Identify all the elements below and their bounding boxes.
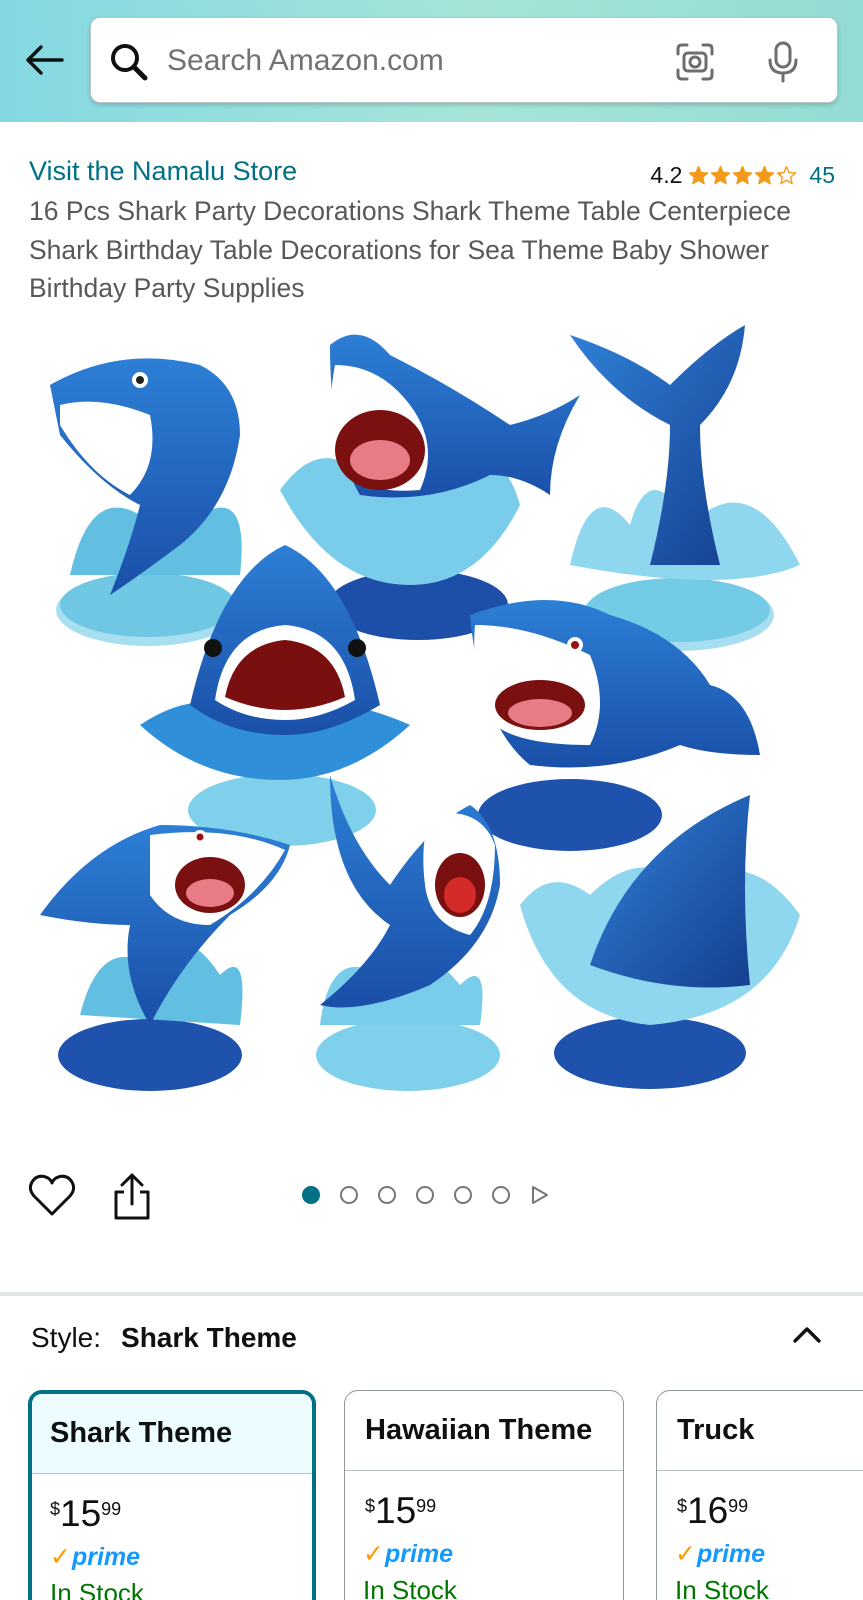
prime-check-icon: ✓ <box>363 1540 384 1568</box>
chevron-up-icon[interactable] <box>790 1318 824 1352</box>
product-image[interactable] <box>30 325 830 1115</box>
style-option-name: Shark Theme <box>32 1394 312 1474</box>
style-label: Style: <box>31 1322 102 1353</box>
star-icon <box>733 165 753 185</box>
product-title: 16 Pcs Shark Party Decorations Shark The… <box>29 196 792 303</box>
price-currency: $ <box>50 1499 61 1519</box>
style-option[interactable]: Shark Theme $15 99 ✓ prime In Stock <box>28 1390 316 1600</box>
star-rating <box>688 165 797 186</box>
style-option[interactable]: Truck $16 99 ✓ prime In Stock <box>656 1390 863 1600</box>
search-box[interactable] <box>90 17 838 103</box>
star-icon <box>755 165 775 185</box>
play-icon[interactable] <box>530 1185 550 1205</box>
stock-status: In Stock <box>50 1578 144 1600</box>
pagination-dot[interactable] <box>454 1186 472 1204</box>
prime-badge: ✓ prime <box>32 1534 312 1572</box>
back-button[interactable] <box>22 38 66 82</box>
style-selector-header: Style: Shark Theme <box>31 1322 297 1354</box>
stock-status: In Stock <box>363 1575 457 1600</box>
pagination-dot[interactable] <box>492 1186 510 1204</box>
prime-check-icon: ✓ <box>50 1543 71 1571</box>
voice-search-button[interactable] <box>759 38 807 86</box>
camera-icon <box>676 43 714 81</box>
pagination-dot[interactable] <box>416 1186 434 1204</box>
camera-search-button[interactable] <box>671 38 719 86</box>
prime-label: prime <box>696 1539 766 1568</box>
prime-label: prime <box>384 1539 454 1568</box>
search-icon <box>111 44 148 81</box>
style-option-price: $15 99 <box>345 1471 623 1531</box>
prime-badge: ✓ prime <box>657 1531 863 1569</box>
stock-status: In Stock <box>675 1575 769 1600</box>
style-option-price: $16 99 <box>657 1471 863 1531</box>
pagination-dot[interactable] <box>340 1186 358 1204</box>
price-fraction: 99 <box>416 1496 437 1516</box>
review-count[interactable]: 45 <box>809 162 835 189</box>
price-whole: 15 <box>375 1490 417 1531</box>
star-icon <box>689 165 709 185</box>
price-currency: $ <box>365 1496 376 1516</box>
rating-value: 4.2 <box>650 162 683 188</box>
style-option-name: Truck <box>657 1391 863 1471</box>
price-fraction: 99 <box>728 1496 749 1516</box>
star-icon <box>711 165 731 185</box>
pagination-dot[interactable] <box>302 1186 320 1204</box>
star-icon <box>777 165 797 185</box>
style-option-price: $15 99 <box>32 1474 312 1534</box>
microphone-icon <box>768 41 798 83</box>
store-link[interactable]: Visit the Namalu Store <box>29 156 297 187</box>
price-currency: $ <box>677 1496 688 1516</box>
style-selected-value: Shark Theme <box>121 1322 297 1353</box>
style-option[interactable]: Hawaiian Theme $15 99 ✓ prime In Stock <box>344 1390 624 1600</box>
heart-icon[interactable] <box>28 1172 76 1218</box>
back-arrow-icon <box>26 45 64 75</box>
prime-badge: ✓ prime <box>345 1531 623 1569</box>
style-option-name: Hawaiian Theme <box>345 1391 623 1471</box>
image-pagination <box>302 1185 550 1205</box>
pagination-dot[interactable] <box>378 1186 396 1204</box>
price-whole: 16 <box>687 1490 729 1531</box>
section-divider <box>0 1292 863 1296</box>
share-icon[interactable] <box>110 1172 154 1222</box>
prime-check-icon: ✓ <box>675 1540 696 1568</box>
price-fraction: 99 <box>101 1499 122 1519</box>
prime-label: prime <box>71 1542 141 1571</box>
search-header <box>0 0 863 122</box>
rating-summary[interactable]: 4.2 45 <box>650 162 835 189</box>
search-input[interactable] <box>167 38 647 84</box>
price-whole: 15 <box>60 1493 102 1534</box>
